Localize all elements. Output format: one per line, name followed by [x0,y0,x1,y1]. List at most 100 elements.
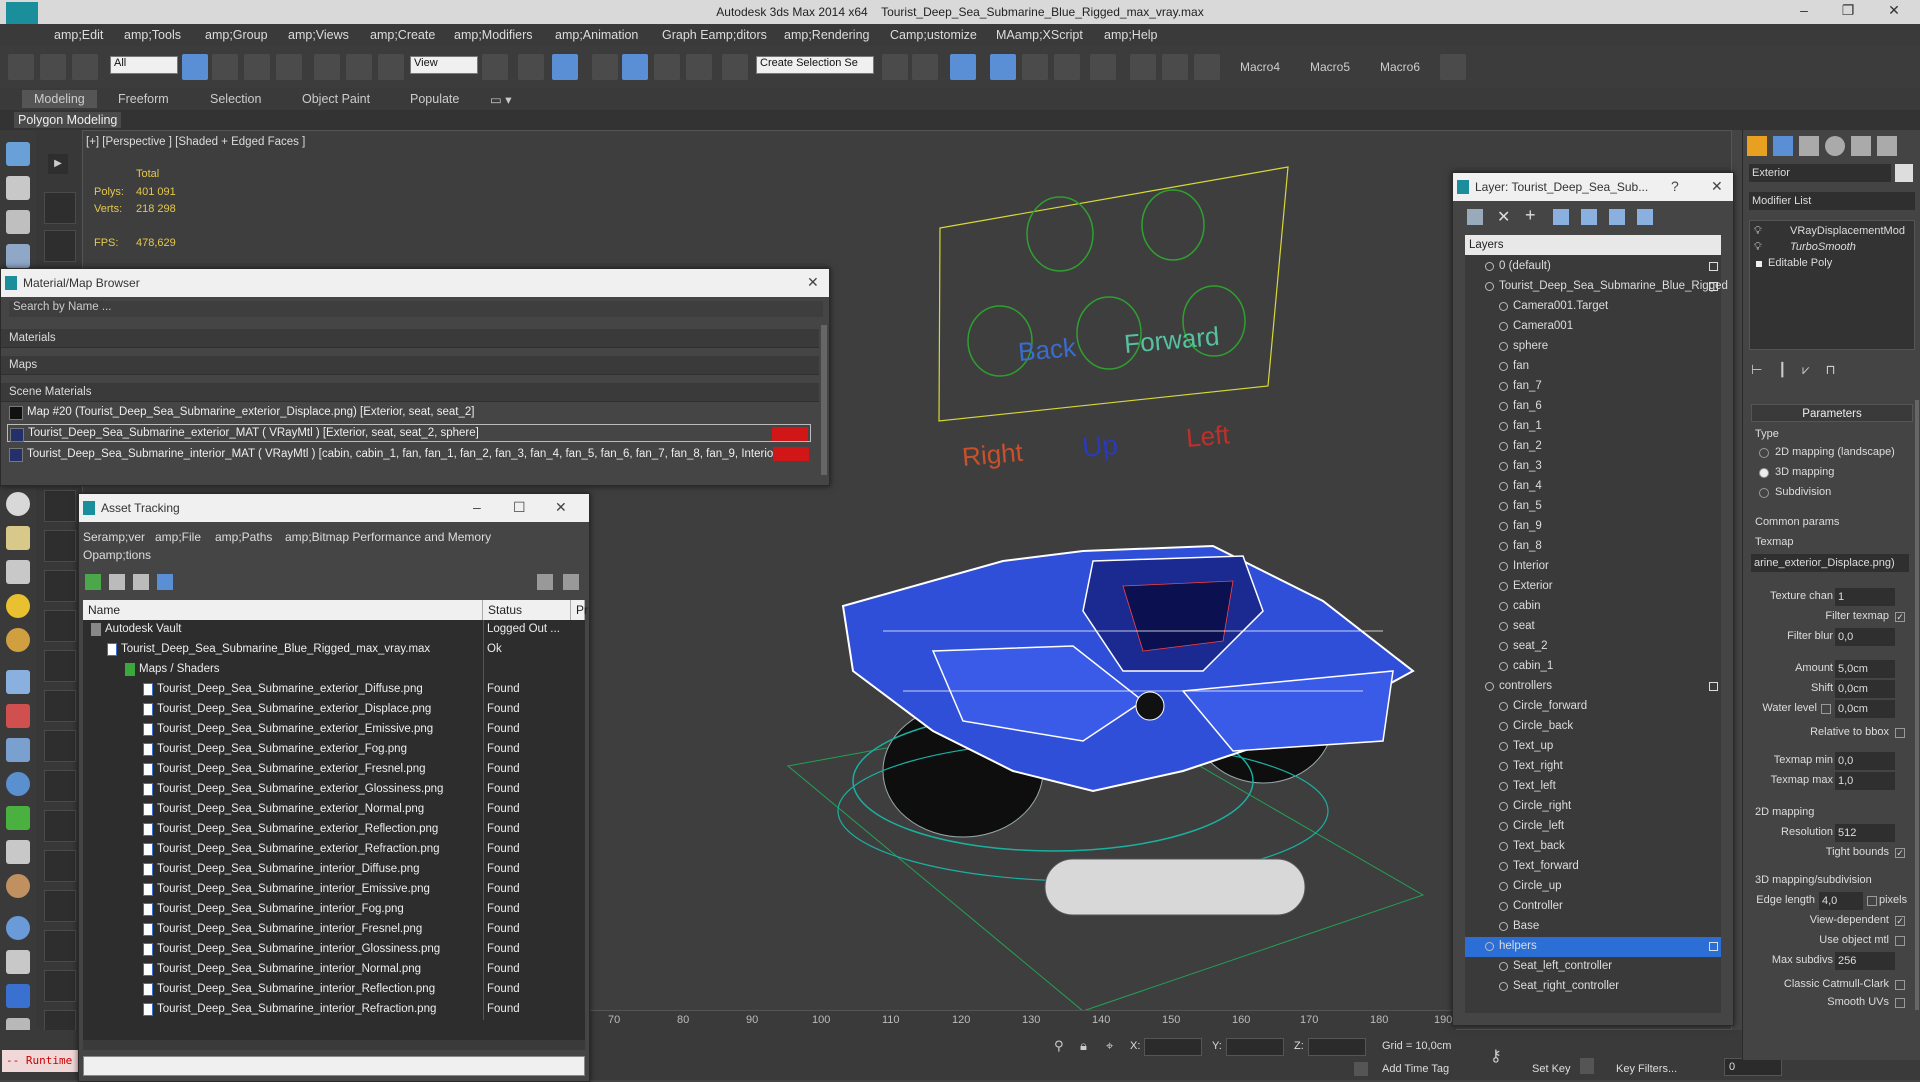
menu-tools[interactable]: amp;Tools [124,28,181,42]
layer-object-row[interactable]: fan_9 [1465,517,1721,537]
column-header-name[interactable]: Name [83,600,483,620]
spinner-snap-icon[interactable] [686,54,712,80]
macro6-button[interactable]: Macro6 [1380,60,1420,74]
shell-icon[interactable] [6,526,30,550]
filter-texmap-checkbox[interactable]: ✓ [1895,612,1905,622]
slot-icon[interactable] [44,850,76,882]
layer-object-row[interactable]: fan_6 [1465,397,1721,417]
stack-tools-icons[interactable]: ⊢┃⩗⊓ [1751,362,1901,380]
layer-object-row[interactable]: fan_1 [1465,417,1721,437]
menu-paths[interactable]: amp;Paths [215,530,272,544]
asset-row[interactable]: Tourist_Deep_Sea_Submarine_exterior_Fog.… [83,740,585,760]
teapot-icon[interactable] [6,142,30,166]
classic-catmull-checkbox[interactable] [1895,980,1905,990]
globe-icon[interactable] [6,916,30,940]
render-setup-icon[interactable] [1130,54,1156,80]
gear-icon[interactable] [1440,54,1466,80]
toggle-ribbon-icon[interactable] [990,54,1016,80]
use-object-mtl-checkbox[interactable] [1895,936,1905,946]
tab-freeform[interactable]: Freeform [118,92,169,106]
lock-icon[interactable]: 🔒︎ [1080,1038,1087,1054]
menu-views[interactable]: amp;Views [288,28,349,42]
close-icon[interactable]: ✕ [1711,178,1723,195]
water-level-spinner[interactable]: 0,0cm [1835,700,1895,718]
shift-spinner[interactable]: 0,0cm [1835,680,1895,698]
texmap-button[interactable]: arine_exterior_Displace.png) [1751,554,1909,572]
close-icon[interactable]: ✕ [555,499,567,516]
parameters-rollout[interactable]: Parameters [1751,404,1913,422]
menu-bitmap-performance[interactable]: amp;Bitmap Performance and Memory [285,530,491,544]
slot-icon[interactable] [44,650,76,682]
schematic-view-icon[interactable] [1054,54,1080,80]
layer-explorer-icon[interactable] [950,54,976,80]
material-browser-titlebar[interactable]: Material/Map Browser ✕ [1,269,829,297]
help-icon[interactable]: ? [1671,178,1679,194]
help-icon[interactable] [537,574,553,590]
layer-object-row[interactable]: Circle_forward [1465,697,1721,717]
layer-object-row[interactable]: fan_8 [1465,537,1721,557]
pivot-center-icon[interactable] [482,54,508,80]
thumbnail-view-icon[interactable] [133,574,149,590]
asset-row[interactable]: Tourist_Deep_Sea_Submarine_interior_Refr… [83,1000,585,1020]
select-in-layer-icon[interactable] [1581,209,1597,225]
layer-explorer-titlebar[interactable]: Layer: Tourist_Deep_Sea_Sub... ? ✕ [1453,173,1733,201]
gear-sphere-icon[interactable] [6,772,30,796]
slot-icon[interactable] [44,770,76,802]
key-filter-icon[interactable] [1580,1058,1594,1074]
list-view-icon[interactable] [109,574,125,590]
asset-row[interactable]: Tourist_Deep_Sea_Submarine_Blue_Rigged_m… [83,640,585,660]
layer-object-row[interactable]: cabin_1 [1465,657,1721,677]
menu-options[interactable]: Opamp;tions [83,548,151,562]
refresh-icon[interactable] [85,574,101,590]
highlight-icon[interactable] [1609,209,1625,225]
scrollbar[interactable] [821,325,827,475]
layer-object-row[interactable]: Exterior [1465,577,1721,597]
resolution-spinner[interactable]: 512 [1835,824,1895,842]
smooth-uvs-checkbox[interactable] [1895,998,1905,1008]
column-header-status[interactable]: Status [483,600,571,620]
layer-object-row[interactable]: Seat_left_controller [1465,957,1721,977]
motion-tab-icon[interactable] [1825,136,1845,156]
relative-bbox-checkbox[interactable] [1895,728,1905,738]
asset-row[interactable]: Tourist_Deep_Sea_Submarine_exterior_Diff… [83,680,585,700]
slot-icon[interactable] [44,610,76,642]
hide-all-icon[interactable] [1637,209,1653,225]
menu-graph-editors[interactable]: Graph Eamp;ditors [662,28,767,42]
asset-row[interactable]: Tourist_Deep_Sea_Submarine_exterior_Emis… [83,720,585,740]
slot-icon[interactable] [44,810,76,842]
type-2d-radio[interactable] [1759,448,1769,458]
object-name-field[interactable]: Exterior [1749,164,1891,182]
layer-object-row[interactable]: Circle_right [1465,797,1721,817]
cone-icon[interactable] [6,560,30,584]
macro4-button[interactable]: Macro4 [1240,60,1280,74]
utilities-tab-icon[interactable] [1877,136,1897,156]
hierarchy-tab-icon[interactable] [1799,136,1819,156]
sphere-icon[interactable] [6,492,30,516]
bind-space-warp-icon[interactable] [72,54,98,80]
window-crossing-icon[interactable] [276,54,302,80]
time-tag-icon[interactable] [1354,1062,1368,1076]
texmap-max-spinner[interactable]: 1,0 [1835,772,1895,790]
amount-spinner[interactable]: 5,0cm [1835,660,1895,678]
y-coordinate-field[interactable] [1226,1038,1284,1056]
pixels-checkbox[interactable] [1867,896,1877,906]
add-to-layer-icon[interactable] [1553,209,1569,225]
sun-icon[interactable] [6,594,30,618]
asset-row[interactable]: Tourist_Deep_Sea_Submarine_interior_Norm… [83,960,585,980]
menu-file[interactable]: amp;File [155,530,201,544]
absolute-mode-icon[interactable]: ⌖ [1106,1038,1113,1054]
menu-group[interactable]: amp;Group [205,28,268,42]
asset-row[interactable]: Tourist_Deep_Sea_Submarine_interior_Fres… [83,920,585,940]
render-production-icon[interactable] [1194,54,1220,80]
slot-icon[interactable] [44,530,76,562]
current-frame-field[interactable]: 0 [1724,1058,1782,1076]
layer-visibility-checkbox[interactable] [1709,282,1718,291]
table-view-icon[interactable] [157,574,173,590]
minimize-icon[interactable]: – [473,499,481,515]
asset-row[interactable]: Autodesk Vault Logged Out ... [83,620,585,640]
asset-row[interactable]: Tourist_Deep_Sea_Submarine_exterior_Disp… [83,700,585,720]
display-tab-icon[interactable] [1851,136,1871,156]
tab-populate[interactable]: Populate [410,92,459,106]
material-item[interactable]: Tourist_Deep_Sea_Submarine_interior_MAT … [7,445,811,463]
modifier-stack-item[interactable]: TurboSmooth [1790,241,1856,253]
